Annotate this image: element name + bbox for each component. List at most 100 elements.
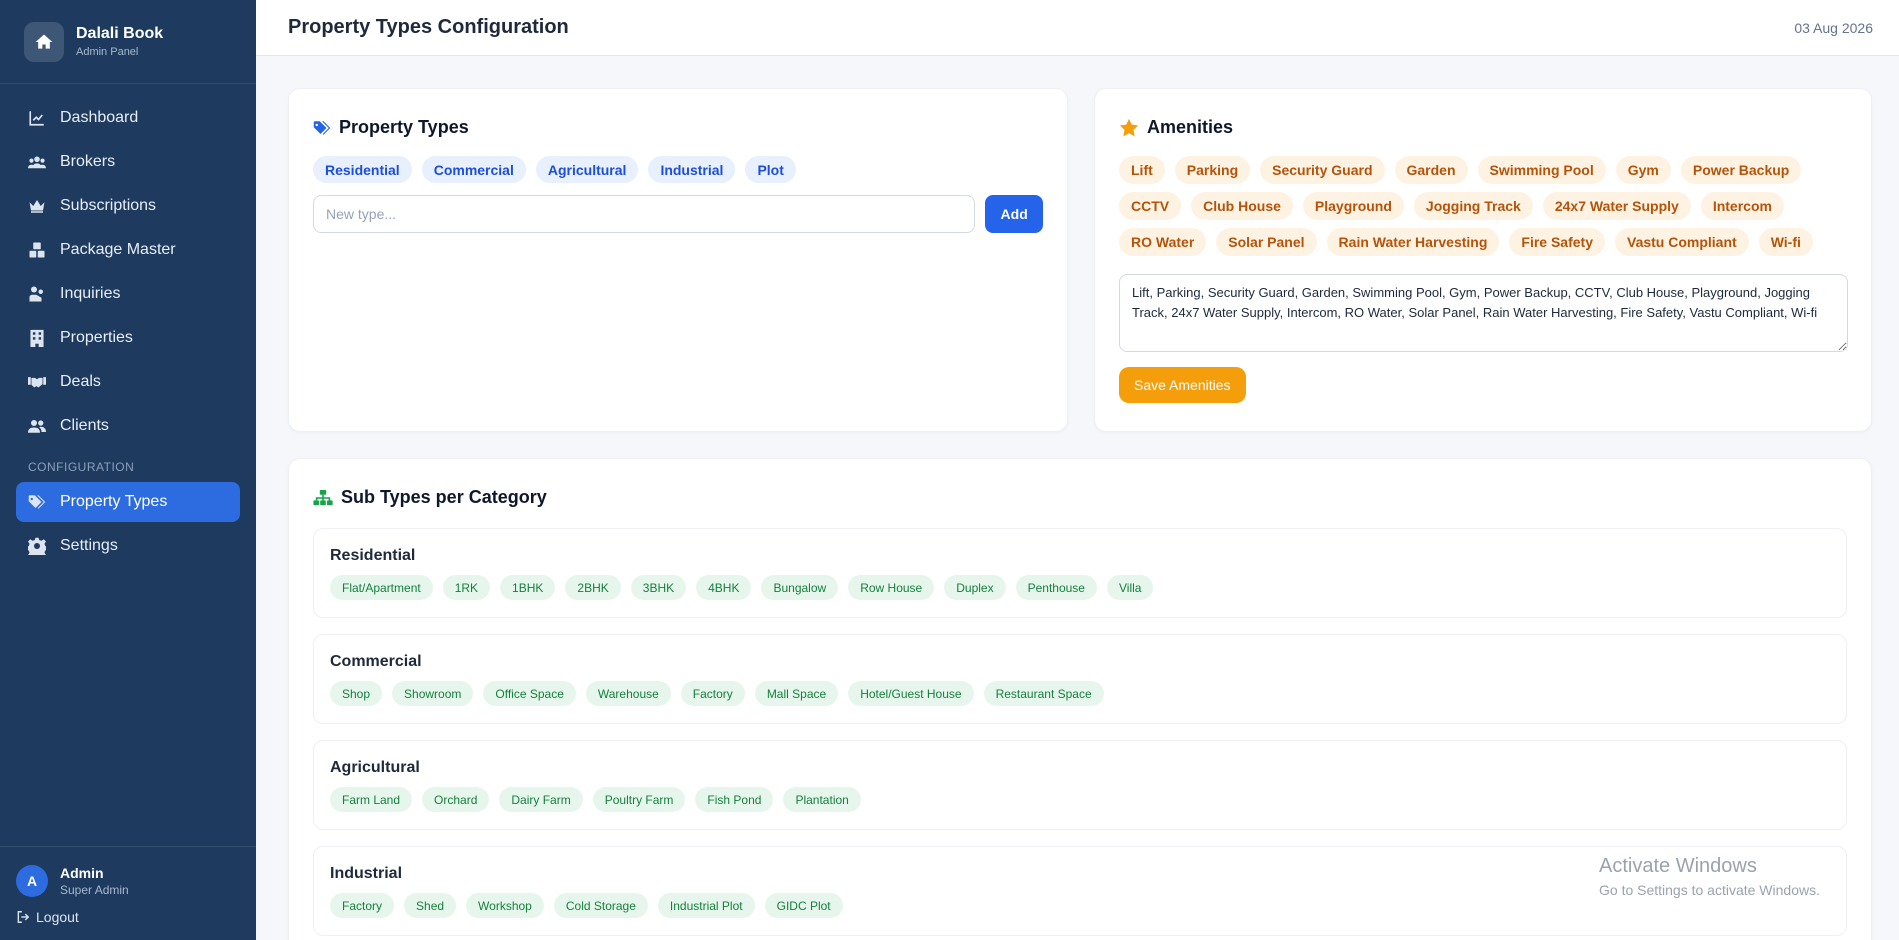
amenity-chip-jogging-track[interactable]: Jogging Track [1413,192,1533,220]
gear-icon [28,537,46,555]
sidebar-item-settings[interactable]: Settings [16,526,240,566]
sidebar-item-clients[interactable]: Clients [16,406,240,446]
sub-type-chip-flat-apartment[interactable]: Flat/Apartment [330,575,433,600]
sitemap-icon [313,489,333,506]
amenity-chip-club-house[interactable]: Club House [1191,192,1293,220]
logout-icon [16,910,30,924]
handshake-icon [28,373,46,391]
sub-type-chip-hotel-guest-house[interactable]: Hotel/Guest House [848,681,974,706]
sub-type-chip-showroom[interactable]: Showroom [392,681,474,706]
amenity-chip-garden[interactable]: Garden [1394,156,1468,184]
sub-type-chip-office-space[interactable]: Office Space [483,681,576,706]
sub-type-category-residential: Residential Flat/Apartment 1RK 1BHK 2BHK 3BHK… [313,528,1847,618]
amenity-chip-solar-panel[interactable]: Solar Panel [1216,228,1317,256]
sub-type-chip-villa[interactable]: Villa [1106,575,1154,600]
sub-type-chip-row-house[interactable]: Row House [848,575,935,600]
sub-type-chip-bungalow[interactable]: Bungalow [761,575,839,600]
windows-activation-watermark: Activate Windows Go to Settings to activ… [1599,855,1820,898]
brand: Dalali Book Admin Panel [0,0,256,84]
sub-type-chip-factory[interactable]: Factory [330,893,395,918]
sidebar-footer: A Admin Super Admin Logout [0,846,256,940]
amenity-chip-24x7-water-supply[interactable]: 24x7 Water Supply [1542,192,1691,220]
sub-type-chip-poultry-farm[interactable]: Poultry Farm [592,787,686,812]
amenity-chip-parking[interactable]: Parking [1174,156,1251,184]
sidebar-item-label: Brokers [60,153,116,170]
sidebar-item-label: Property Types [60,493,168,510]
amenity-chip-fire-safety[interactable]: Fire Safety [1509,228,1605,256]
sub-type-chip-factory[interactable]: Factory [680,681,745,706]
amenity-chip-security-guard[interactable]: Security Guard [1260,156,1385,184]
sub-type-chip-penthouse[interactable]: Penthouse [1015,575,1097,600]
sub-type-chip-shed[interactable]: Shed [404,893,457,918]
sub-type-chip-4bhk[interactable]: 4BHK [696,575,752,600]
sidebar-item-label: Subscriptions [60,197,157,214]
sub-type-chips: Flat/Apartment 1RK 1BHK 2BHK 3BHK 4BHK Bungalo… [330,575,1830,608]
sub-type-chip-workshop[interactable]: Workshop [466,893,544,918]
sub-type-category-title: Residential [330,547,416,564]
property-type-chip-plot[interactable]: Plot [745,156,796,183]
logout-label: Logout [36,909,79,925]
sub-type-chip-farm-land[interactable]: Farm Land [330,787,413,812]
sidebar-item-label: Dashboard [60,109,139,126]
tags-icon [313,120,331,136]
sidebar-item-label: Inquiries [60,285,121,302]
amenity-chip-rain-water-harvesting[interactable]: Rain Water Harvesting [1326,228,1500,256]
sub-type-chip-restaurant-space[interactable]: Restaurant Space [983,681,1104,706]
sidebar-nav: Dashboard Brokers Subscriptions Package … [0,84,256,566]
amenity-chip-vastu-compliant[interactable]: Vastu Compliant [1615,228,1749,256]
boxes-icon [28,241,46,259]
amenities-textarea[interactable]: Lift, Parking, Security Guard, Garden, S… [1119,274,1848,352]
logout-button[interactable]: Logout [16,909,240,925]
amenity-chips: Lift Parking Security Guard Garden Swimming … [1119,156,1859,264]
sidebar-item-subscriptions[interactable]: Subscriptions [16,186,240,226]
sub-type-chip-industrial-plot[interactable]: Industrial Plot [657,893,755,918]
sidebar-item-inquiries[interactable]: Inquiries [16,274,240,314]
header-date: 03 Aug 2026 [1794,19,1873,36]
amenity-chip-swimming-pool[interactable]: Swimming Pool [1477,156,1606,184]
amenity-chip-intercom[interactable]: Intercom [1700,192,1784,220]
property-type-chip-commercial[interactable]: Commercial [421,156,526,183]
add-type-button[interactable]: Add [985,195,1043,233]
sidebar-item-property-types[interactable]: Property Types [16,482,240,522]
amenity-chip-ro-water[interactable]: RO Water [1119,228,1207,256]
sub-type-chip-2bhk[interactable]: 2BHK [565,575,621,600]
sub-types-title: Sub Types per Category [313,487,1847,508]
sidebar-item-properties[interactable]: Properties [16,318,240,358]
property-type-chip-agricultural[interactable]: Agricultural [535,156,639,183]
page-title: Property Types Configuration [288,16,569,38]
sidebar-item-dashboard[interactable]: Dashboard [16,98,240,138]
property-types-title: Property Types [313,117,1043,138]
amenity-chip-playground[interactable]: Playground [1302,192,1404,220]
sidebar-item-brokers[interactable]: Brokers [16,142,240,182]
sidebar-item-label: Package Master [60,241,176,258]
sub-type-chip-gidc-plot[interactable]: GIDC Plot [764,893,843,918]
sub-type-chip-1bhk[interactable]: 1BHK [500,575,556,600]
sub-type-chip-1rk[interactable]: 1RK [442,575,491,600]
new-type-input[interactable] [313,195,976,233]
sub-type-chip-duplex[interactable]: Duplex [944,575,1006,600]
star-icon [1119,118,1139,138]
sub-type-chip-mall-space[interactable]: Mall Space [754,681,839,706]
property-type-chip-residential[interactable]: Residential [313,156,412,183]
property-type-chip-industrial[interactable]: Industrial [648,156,736,183]
sub-type-chip-orchard[interactable]: Orchard [422,787,490,812]
sub-type-chip-3bhk[interactable]: 3BHK [630,575,687,600]
sub-type-chip-plantation[interactable]: Plantation [783,787,861,812]
amenity-chip-gym[interactable]: Gym [1615,156,1671,184]
sub-type-chip-fish-pond[interactable]: Fish Pond [695,787,774,812]
sidebar-item-package-master[interactable]: Package Master [16,230,240,270]
sub-type-chip-dairy-farm[interactable]: Dairy Farm [499,787,583,812]
amenity-chip-wi-fi[interactable]: Wi-fi [1758,228,1813,256]
amenity-chip-power-backup[interactable]: Power Backup [1680,156,1802,184]
user-name: Admin [60,865,104,881]
sidebar-item-deals[interactable]: Deals [16,362,240,402]
crown-icon [28,197,46,215]
sub-type-chip-shop[interactable]: Shop [330,681,383,706]
sub-type-chip-warehouse[interactable]: Warehouse [585,681,671,706]
sub-type-chip-cold-storage[interactable]: Cold Storage [553,893,648,918]
save-amenities-button[interactable]: Save Amenities [1119,367,1246,403]
user-profile: A Admin Super Admin [16,865,240,897]
amenity-chip-lift[interactable]: Lift [1119,156,1165,184]
amenity-chip-cctv[interactable]: CCTV [1119,192,1182,220]
sidebar-item-label: Deals [60,373,101,390]
